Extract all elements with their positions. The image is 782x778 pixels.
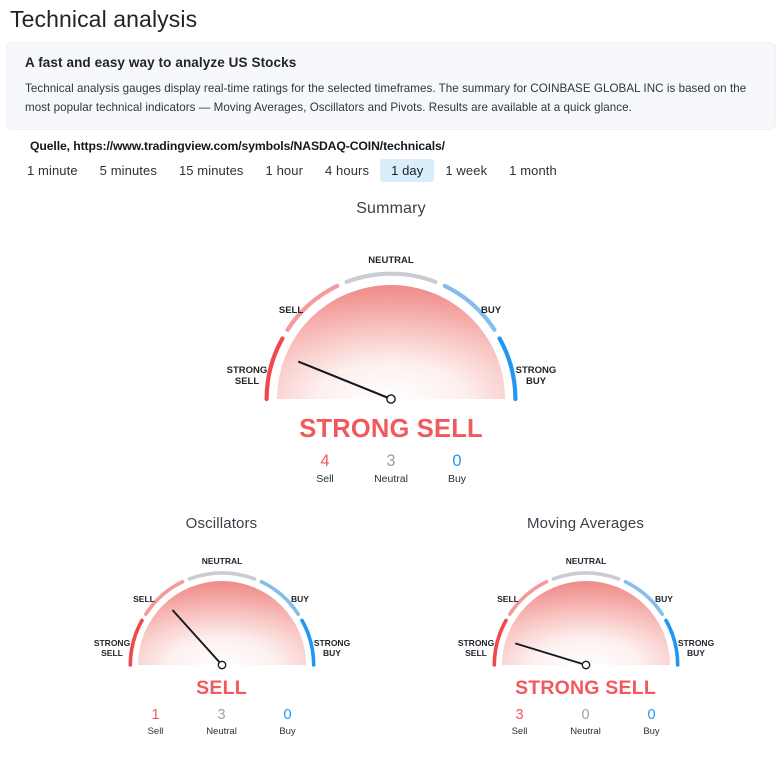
arc-label-strong-buy-1: STRONG xyxy=(516,365,557,376)
gauge-needle-pivot xyxy=(386,394,396,404)
info-card: A fast and easy way to analyze US Stocks… xyxy=(6,42,776,130)
arc-label-sell: SELL xyxy=(497,594,519,604)
count-cell-neutral: 3 Neutral xyxy=(189,707,255,739)
count-value-neutral: 0 xyxy=(581,707,590,723)
gauge-svg-moving-averages: STRONG SELL SELL NEUTRAL BUY STRONG BUY xyxy=(390,532,781,677)
gauge-counts-oscillators: 1 Sell 3 Neutral 0 Buy xyxy=(26,707,417,739)
count-cell-buy: 0 Buy xyxy=(619,707,685,739)
gauge-verdict-moving-averages: STRONG SELL xyxy=(515,677,656,699)
count-cell-buy: 0 Buy xyxy=(424,452,490,488)
count-value-neutral: 3 xyxy=(386,452,396,470)
arc-label-strong-buy-1: STRONG xyxy=(677,638,714,648)
source-link[interactable]: Quelle, https://www.tradingview.com/symb… xyxy=(30,139,776,153)
count-value-neutral: 3 xyxy=(217,707,226,723)
arc-label-strong-sell-1: STRONG xyxy=(457,638,494,648)
arc-label-buy: BUY xyxy=(481,305,502,316)
count-value-sell: 3 xyxy=(515,707,524,723)
timeframe-tab-1-month[interactable]: 1 month xyxy=(498,159,568,182)
gauge-dial-moving-averages: STRONG SELL SELL NEUTRAL BUY STRONG BUY xyxy=(457,556,714,670)
arc-label-strong-sell-2: SELL xyxy=(101,648,123,658)
arc-label-strong-buy-2: BUY xyxy=(526,376,547,387)
info-body: Technical analysis gauges display real-t… xyxy=(25,82,747,114)
arc-label-sell: SELL xyxy=(279,305,303,316)
count-label-buy: Buy xyxy=(447,472,467,485)
arc-label-strong-sell-1: STRONG xyxy=(227,365,268,376)
timeframe-tab-1-day[interactable]: 1 day xyxy=(380,159,435,182)
timeframe-tabs: 1 minute 5 minutes 15 minutes 1 hour 4 h… xyxy=(16,159,776,182)
count-value-buy: 0 xyxy=(647,707,656,723)
gauge-verdict-summary: STRONG SELL xyxy=(299,415,483,443)
count-label-buy: Buy xyxy=(643,725,660,737)
count-label-sell: Sell xyxy=(147,725,164,737)
gauge-svg-oscillators: STRONG SELL SELL NEUTRAL BUY STRONG BUY xyxy=(26,532,417,677)
count-label-sell: Sell xyxy=(511,725,528,737)
arc-label-neutral: NEUTRAL xyxy=(201,556,242,566)
count-label-neutral: Neutral xyxy=(374,472,408,485)
gauge-needle-pivot xyxy=(581,660,590,670)
arc-label-sell: SELL xyxy=(133,594,155,604)
count-cell-neutral: 0 Neutral xyxy=(553,707,619,739)
count-value-sell: 1 xyxy=(151,707,160,723)
count-cell-sell: 1 Sell xyxy=(123,707,189,739)
count-label-neutral: Neutral xyxy=(570,725,601,737)
arc-label-strong-sell-2: SELL xyxy=(235,376,259,387)
gauge-dial-summary: STRONG SELL SELL NEUTRAL BUY STRONG BUY xyxy=(227,255,557,404)
gauge-counts-summary: 4 Sell 3 Neutral 0 Buy xyxy=(0,452,782,488)
timeframe-tab-1-minute[interactable]: 1 minute xyxy=(16,159,89,182)
arc-label-strong-buy-2: BUY xyxy=(687,648,705,658)
count-value-buy: 0 xyxy=(452,452,462,470)
gauge-title-moving-averages: Moving Averages xyxy=(526,515,645,532)
arc-label-neutral: NEUTRAL xyxy=(368,255,414,266)
arc-label-strong-sell-2: SELL xyxy=(465,648,487,658)
gauge-oscillators: Oscillators STRONG SELL SELL NEUTRAL BUY… xyxy=(26,515,417,739)
gauge-moving-averages: Moving Averages STRONG SELL SELL NEUTRAL… xyxy=(390,515,781,739)
arc-label-strong-buy-2: BUY xyxy=(323,648,341,658)
count-cell-sell: 4 Sell xyxy=(292,452,358,488)
info-heading: A fast and easy way to analyze US Stocks xyxy=(25,55,297,70)
count-label-sell: Sell xyxy=(316,472,334,485)
source-strip: Quelle, https://www.tradingview.com/symb… xyxy=(6,130,776,186)
count-cell-buy: 0 Buy xyxy=(255,707,321,739)
count-value-sell: 4 xyxy=(320,452,330,470)
arc-label-buy: BUY xyxy=(655,594,673,604)
arc-neutral xyxy=(187,571,256,581)
gauge-dial-oscillators: STRONG SELL SELL NEUTRAL BUY STRONG BUY xyxy=(93,556,350,670)
arc-label-buy: BUY xyxy=(291,594,309,604)
count-cell-neutral: 3 Neutral xyxy=(358,452,424,488)
timeframe-tab-1-hour[interactable]: 1 hour xyxy=(255,159,314,182)
count-label-buy: Buy xyxy=(279,725,296,737)
arc-label-strong-sell-1: STRONG xyxy=(93,638,130,648)
arc-label-neutral: NEUTRAL xyxy=(565,556,606,566)
arc-neutral xyxy=(551,571,620,581)
gauge-summary: Summary STRONG SELL SELL NEUTRAL BUY STR… xyxy=(0,200,782,488)
gauge-svg-summary: STRONG SELL SELL NEUTRAL BUY STRONG BUY xyxy=(0,218,782,413)
page-title: Technical analysis xyxy=(10,6,198,32)
count-value-buy: 0 xyxy=(283,707,292,723)
count-cell-sell: 3 Sell xyxy=(487,707,553,739)
timeframe-tab-1-week[interactable]: 1 week xyxy=(434,159,498,182)
timeframe-tab-15-minutes[interactable]: 15 minutes xyxy=(168,159,255,182)
gauge-needle-pivot xyxy=(217,660,226,670)
count-label-neutral: Neutral xyxy=(206,725,237,737)
timeframe-tab-4-hours[interactable]: 4 hours xyxy=(314,159,380,182)
arc-neutral xyxy=(344,271,438,284)
gauge-verdict-oscillators: SELL xyxy=(196,677,247,699)
arc-label-strong-buy-1: STRONG xyxy=(313,638,350,648)
gauge-counts-moving-averages: 3 Sell 0 Neutral 0 Buy xyxy=(390,707,781,739)
gauge-title-summary: Summary xyxy=(356,200,426,217)
gauge-title-oscillators: Oscillators xyxy=(185,515,258,532)
timeframe-tab-5-minutes[interactable]: 5 minutes xyxy=(89,159,168,182)
